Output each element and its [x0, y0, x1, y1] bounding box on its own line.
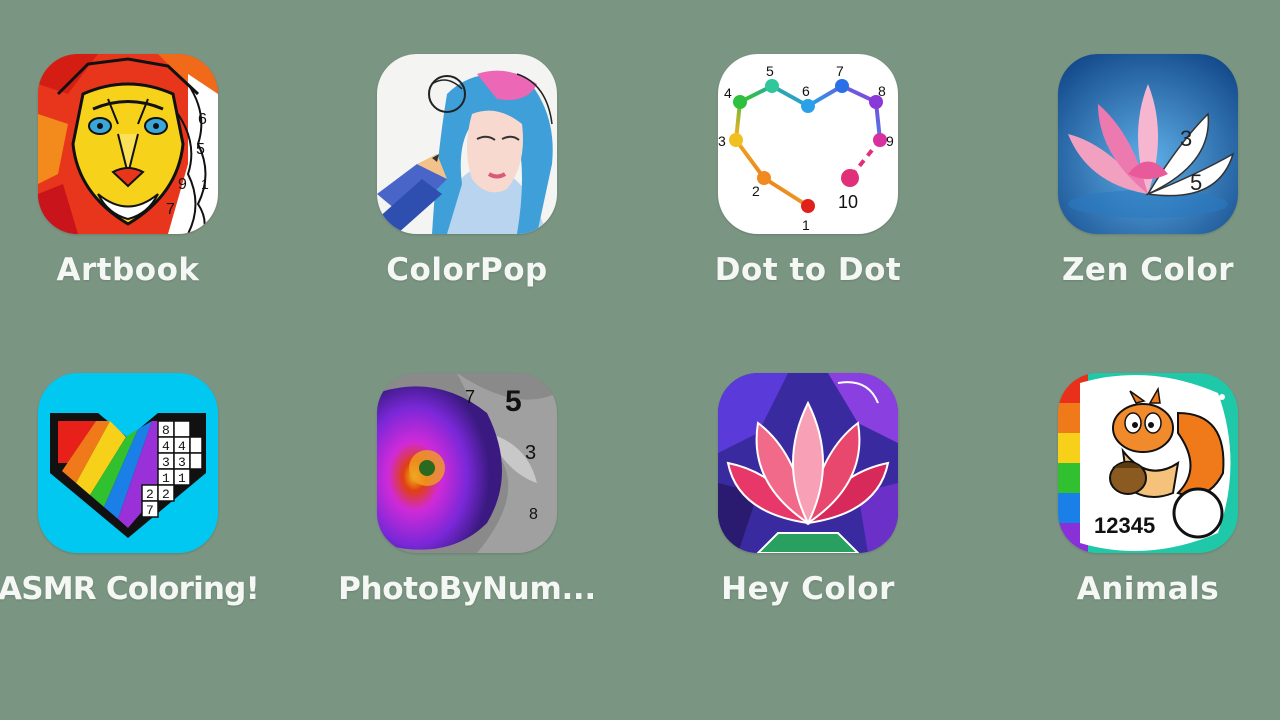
dot-number: 10	[838, 192, 858, 212]
pixel-heart-icon[interactable]: 8 4 4 3 3 1 1 2 2 7	[38, 373, 218, 553]
svg-text:9: 9	[178, 176, 187, 193]
app-label: Zen Color	[1061, 252, 1235, 288]
pixel-number: 2	[162, 487, 170, 502]
dot-number: 9	[886, 133, 894, 149]
app-animals[interactable]: 12345 Animals	[1018, 373, 1278, 607]
pixel-number: 3	[162, 455, 170, 470]
pixel-number: 1	[178, 471, 186, 486]
pixel-number: 4	[162, 439, 170, 454]
dot-number: 5	[766, 63, 774, 79]
app-label: Animals	[1076, 571, 1220, 607]
squirrel-numbers-icon[interactable]: 12345	[1058, 373, 1238, 553]
dot-heart-icon[interactable]: 1 2 3 4 5 6 7 8 9 10	[718, 54, 898, 234]
dot-number: 2	[752, 183, 760, 199]
pixel-number: 4	[178, 439, 186, 454]
dot-number: 8	[878, 83, 886, 99]
svg-text:5: 5	[196, 141, 205, 158]
girl-sketch-pencil-icon[interactable]	[377, 54, 557, 234]
lion-coloring-icon[interactable]: 6 5 9 1 7	[38, 54, 218, 234]
dot-number: 1	[802, 217, 810, 233]
app-dot-to-dot[interactable]: 1 2 3 4 5 6 7 8 9 10 Dot to Dot	[678, 54, 938, 288]
dot-number: 7	[836, 63, 844, 79]
dot-number: 4	[724, 85, 732, 101]
flower-photo-icon[interactable]: 7 5 3 8	[377, 373, 557, 553]
lotus-number: 5	[1190, 170, 1202, 195]
photo-number: 7	[465, 387, 475, 407]
app-label: Dot to Dot	[714, 252, 902, 288]
app-asmr-coloring[interactable]: 8 4 4 3 3 1 1 2 2 7 ASMR Coloring!	[0, 373, 260, 607]
pixel-number: 3	[178, 455, 186, 470]
app-label: ASMR Coloring!	[0, 571, 260, 607]
pixel-number: 7	[146, 503, 154, 518]
app-zen-color[interactable]: 3 5 Zen Color	[1018, 54, 1278, 288]
app-artbook[interactable]: 6 5 9 1 7 Artbook	[0, 54, 258, 288]
photo-number: 8	[529, 506, 538, 523]
pixel-number: 2	[146, 487, 154, 502]
app-label: Hey Color	[721, 571, 895, 607]
home-screen-grid: 6 5 9 1 7 Artbook ColorPop 1 2 3 4 5 6 7…	[0, 0, 1280, 720]
pixel-number: 8	[162, 423, 170, 438]
stained-lotus-icon[interactable]	[718, 373, 898, 553]
photo-number: 5	[505, 385, 522, 418]
lotus-number-icon[interactable]: 3 5	[1058, 54, 1238, 234]
lotus-number: 3	[1180, 126, 1192, 151]
app-hey-color[interactable]: Hey Color	[678, 373, 938, 607]
pixel-number: 1	[162, 471, 170, 486]
svg-text:1: 1	[201, 176, 209, 192]
svg-text:6: 6	[198, 111, 207, 128]
photo-number: 3	[525, 442, 536, 464]
app-photo-by-number[interactable]: 7 5 3 8 PhotoByNum...	[337, 373, 597, 607]
app-label: PhotoByNum...	[338, 571, 596, 607]
number-strip: 12345	[1094, 513, 1155, 538]
dot-number: 3	[718, 133, 726, 149]
dot-number: 6	[802, 83, 810, 99]
app-label: ColorPop	[386, 252, 548, 288]
app-label: Artbook	[56, 252, 200, 288]
svg-text:7: 7	[166, 201, 175, 218]
app-colorpop[interactable]: ColorPop	[337, 54, 597, 288]
